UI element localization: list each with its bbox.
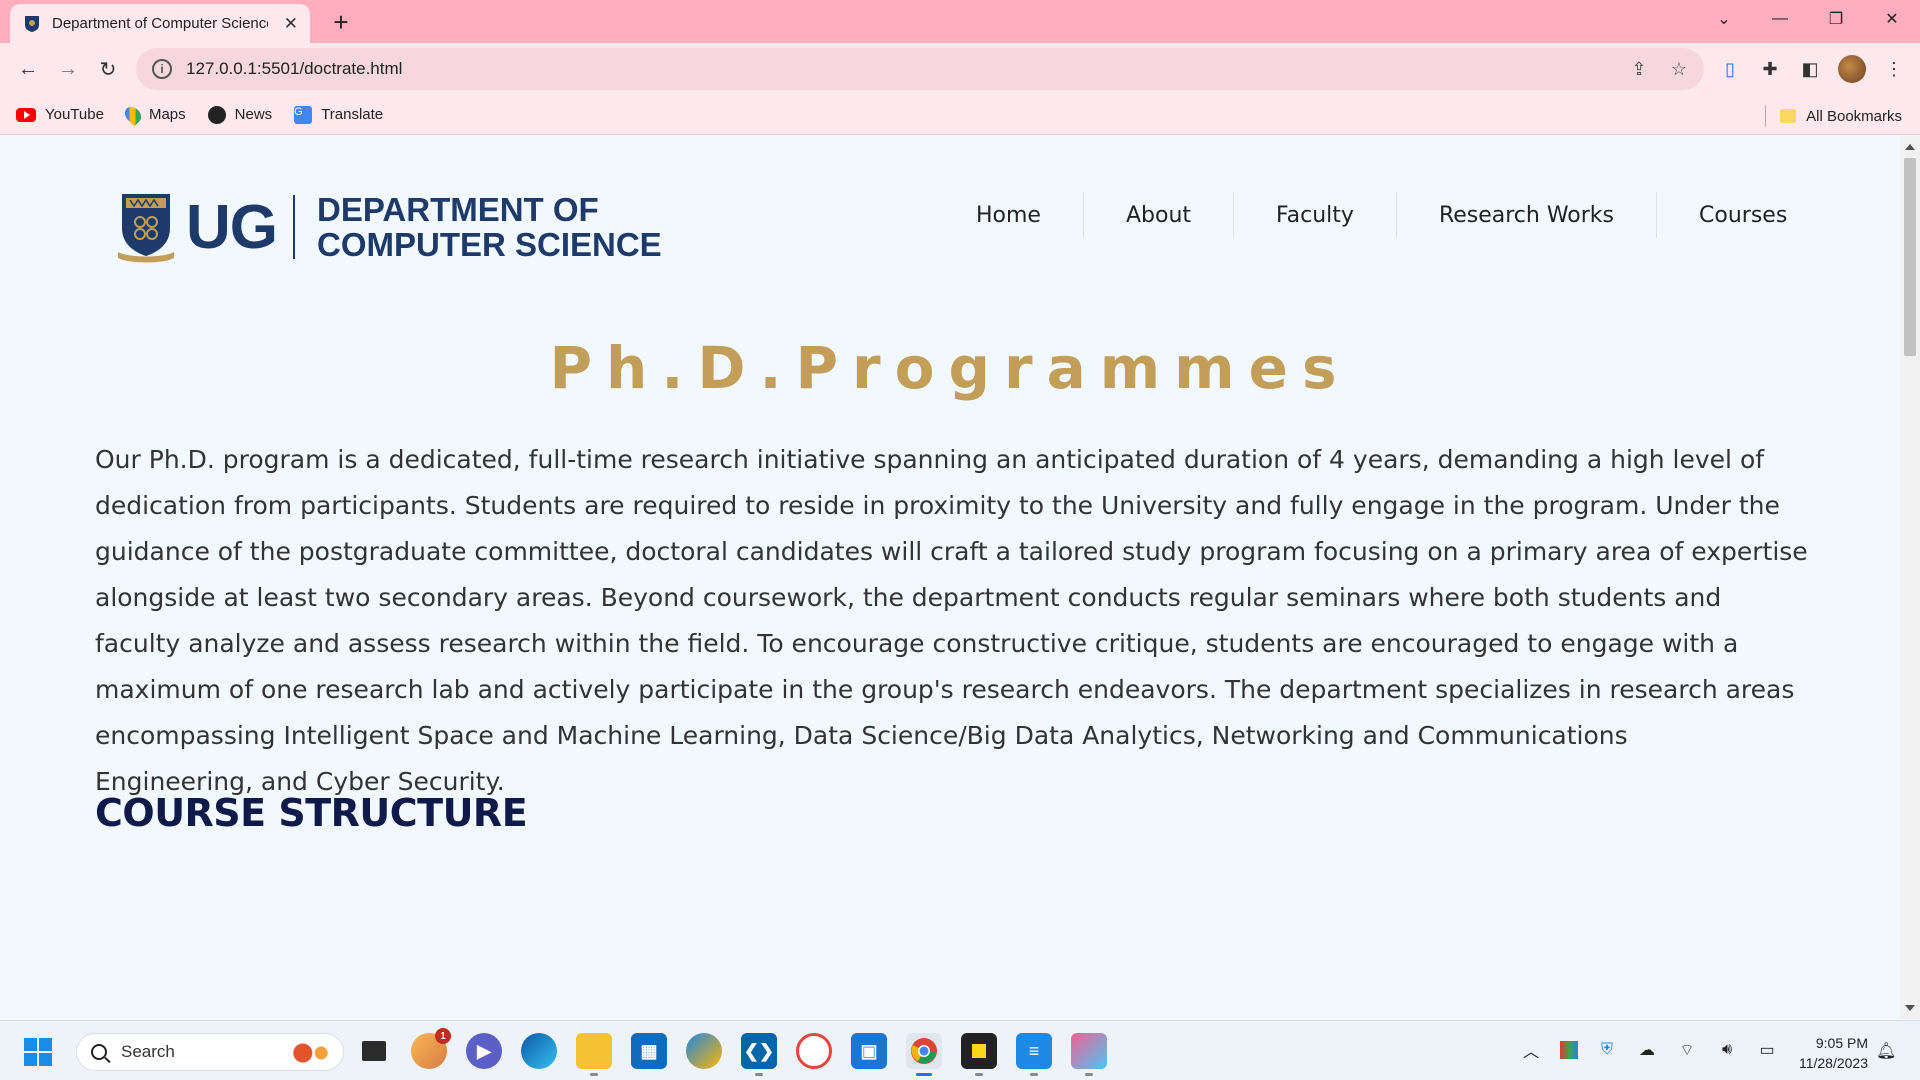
search-highlight-icon — [289, 1040, 335, 1066]
taskbar-apps: 1 ▶ ▦ ❮❯ ▣ ≡ — [356, 1028, 1107, 1076]
chrome-logo-icon — [911, 1038, 937, 1064]
scroll-up-icon[interactable] — [1905, 144, 1915, 150]
clock-date: 11/28/2023 — [1798, 1055, 1868, 1071]
profile-avatar[interactable] — [1838, 55, 1866, 83]
minimize-icon[interactable]: — — [1752, 0, 1808, 38]
maps-icon — [121, 103, 145, 126]
window-close-icon[interactable]: ✕ — [1864, 0, 1920, 38]
scroll-down-icon[interactable] — [1905, 1005, 1915, 1011]
wifi-icon[interactable]: ⌔ — [1676, 1039, 1698, 1061]
nav-about[interactable]: About — [1084, 192, 1235, 238]
address-bar[interactable]: i 127.0.0.1:5501/doctrate.html ⇪ ☆ — [136, 48, 1704, 90]
onedrive-cloud-icon[interactable]: ☁ — [1636, 1039, 1658, 1061]
vscode-icon[interactable]: ❮❯ — [741, 1033, 777, 1076]
page-scrollbar[interactable] — [1900, 136, 1920, 1019]
nav-home[interactable]: Home — [944, 192, 1084, 238]
browser-toolbar: ← → ↻ i 127.0.0.1:5501/doctrate.html ⇪ ☆… — [0, 43, 1920, 95]
clock-time: 9:05 PM — [1815, 1035, 1868, 1051]
main-nav: Home About Faculty Research Works Course… — [944, 192, 1829, 238]
taskbar-search-placeholder: Search — [121, 1042, 175, 1061]
extensions-puzzle-icon[interactable]: ✚ — [1758, 57, 1782, 81]
browser-tab[interactable]: Department of Computer Science ✕ — [10, 4, 310, 43]
bookmark-youtube[interactable]: YouTube — [16, 106, 104, 123]
notepad-icon[interactable]: ≡ — [1016, 1033, 1052, 1076]
tab-close-icon[interactable]: ✕ — [284, 14, 298, 34]
chrome-icon[interactable] — [906, 1033, 942, 1076]
battery-icon[interactable]: ▭ — [1756, 1039, 1778, 1061]
nav-faculty[interactable]: Faculty — [1234, 192, 1397, 238]
reading-mode-icon[interactable]: ▯ — [1718, 57, 1742, 81]
teams-chat-icon[interactable]: ▶ — [466, 1033, 502, 1069]
news-icon — [207, 105, 226, 124]
share-icon[interactable]: ⇪ — [1628, 58, 1650, 80]
defender-shield-icon[interactable]: ⛨ — [1596, 1039, 1618, 1061]
all-bookmarks[interactable]: All Bookmarks — [1765, 105, 1902, 127]
scroll-thumb[interactable] — [1904, 158, 1916, 356]
restore-icon[interactable]: ❐ — [1808, 0, 1864, 38]
page-viewport: UG DEPARTMENT OF COMPUTER SCIENCE Home A… — [0, 136, 1900, 1019]
dept-line-2: COMPUTER SCIENCE — [317, 226, 662, 263]
folder-icon — [1780, 109, 1797, 123]
task-view-icon[interactable] — [362, 1041, 386, 1061]
notifications-bell-icon[interactable]: 🔔︎ — [1876, 1041, 1896, 1061]
window-controls: ⌄ — ❐ ✕ — [1696, 0, 1920, 43]
nav-courses[interactable]: Courses — [1657, 192, 1829, 238]
volume-icon[interactable]: 🔊︎ — [1716, 1039, 1738, 1061]
menu-dots-icon[interactable]: ⋮ — [1882, 57, 1906, 81]
back-arrow-icon[interactable]: ← — [14, 55, 42, 83]
file-explorer-icon[interactable] — [576, 1033, 612, 1076]
microsoft-store-icon[interactable]: ▦ — [631, 1033, 667, 1069]
reload-icon[interactable]: ↻ — [94, 55, 122, 83]
site-logo[interactable]: UG DEPARTMENT OF COMPUTER SCIENCE — [116, 190, 662, 264]
logo-divider — [293, 195, 295, 259]
notification-badge: 1 — [435, 1028, 451, 1044]
remote-desktop-icon[interactable]: ▣ — [851, 1033, 887, 1069]
taskbar-search[interactable]: Search — [76, 1033, 344, 1071]
bookmarks-bar: YouTube Maps News G Translate All Bookmar… — [0, 95, 1920, 135]
dept-line-1: DEPARTMENT OF — [317, 191, 599, 228]
youtube-icon — [16, 107, 36, 122]
course-structure-heading: COURSE STRUCTURE — [95, 791, 528, 835]
python-icon[interactable] — [686, 1033, 722, 1069]
system-tray: ︿ ⛨ ☁ ⌔ 🔊︎ ▭ — [1520, 1039, 1778, 1061]
weather-widget-icon[interactable]: 1 — [411, 1028, 451, 1069]
forward-arrow-icon[interactable]: → — [54, 55, 82, 83]
snipping-tool-icon[interactable] — [1071, 1033, 1107, 1076]
app-circle-icon[interactable] — [796, 1033, 832, 1069]
windows-start-icon[interactable] — [24, 1038, 52, 1066]
extensions-area: ▯ ✚ ◧ ⋮ — [1718, 55, 1906, 83]
translate-icon: G — [294, 105, 313, 124]
page-title: Ph.D.Programmes — [549, 334, 1351, 402]
edge-browser-icon[interactable] — [521, 1033, 557, 1069]
bookmark-news[interactable]: News — [207, 105, 272, 124]
logo-ug-text: UG — [186, 192, 278, 262]
colorful-app-tray-icon[interactable] — [1560, 1041, 1578, 1059]
new-tab-icon[interactable]: + — [326, 7, 356, 38]
bookmark-maps[interactable]: Maps — [121, 103, 186, 126]
address-url[interactable]: 127.0.0.1:5501/doctrate.html — [186, 59, 402, 79]
tab-search-icon[interactable]: ⌄ — [1696, 0, 1752, 38]
bookmark-translate[interactable]: G Translate — [294, 105, 383, 124]
show-hidden-icons-chevron-icon[interactable]: ︿ — [1520, 1039, 1542, 1061]
bookmarks-divider — [1765, 105, 1767, 127]
tab-strip: Department of Computer Science ✕ + ⌄ — ❐… — [0, 0, 1920, 43]
sticky-notes-icon[interactable] — [961, 1033, 997, 1076]
nav-research-works[interactable]: Research Works — [1397, 192, 1658, 238]
university-crest-icon — [118, 194, 174, 263]
ug-favicon-icon — [22, 14, 42, 34]
site-info-icon[interactable]: i — [152, 59, 172, 79]
search-icon — [91, 1044, 107, 1060]
windows-taskbar: Search 1 ▶ ▦ ❮❯ ▣ ≡ ︿ ⛨ ☁ ⌔ 🔊︎ ▭ 9:05 PM… — [0, 1020, 1920, 1080]
tab-title: Department of Computer Science — [52, 15, 268, 32]
dept-name: DEPARTMENT OF COMPUTER SCIENCE — [317, 192, 662, 262]
system-clock[interactable]: 9:05 PM 11/28/2023 — [1780, 1033, 1868, 1073]
side-panel-icon[interactable]: ◧ — [1798, 57, 1822, 81]
bookmark-star-icon[interactable]: ☆ — [1668, 58, 1690, 80]
